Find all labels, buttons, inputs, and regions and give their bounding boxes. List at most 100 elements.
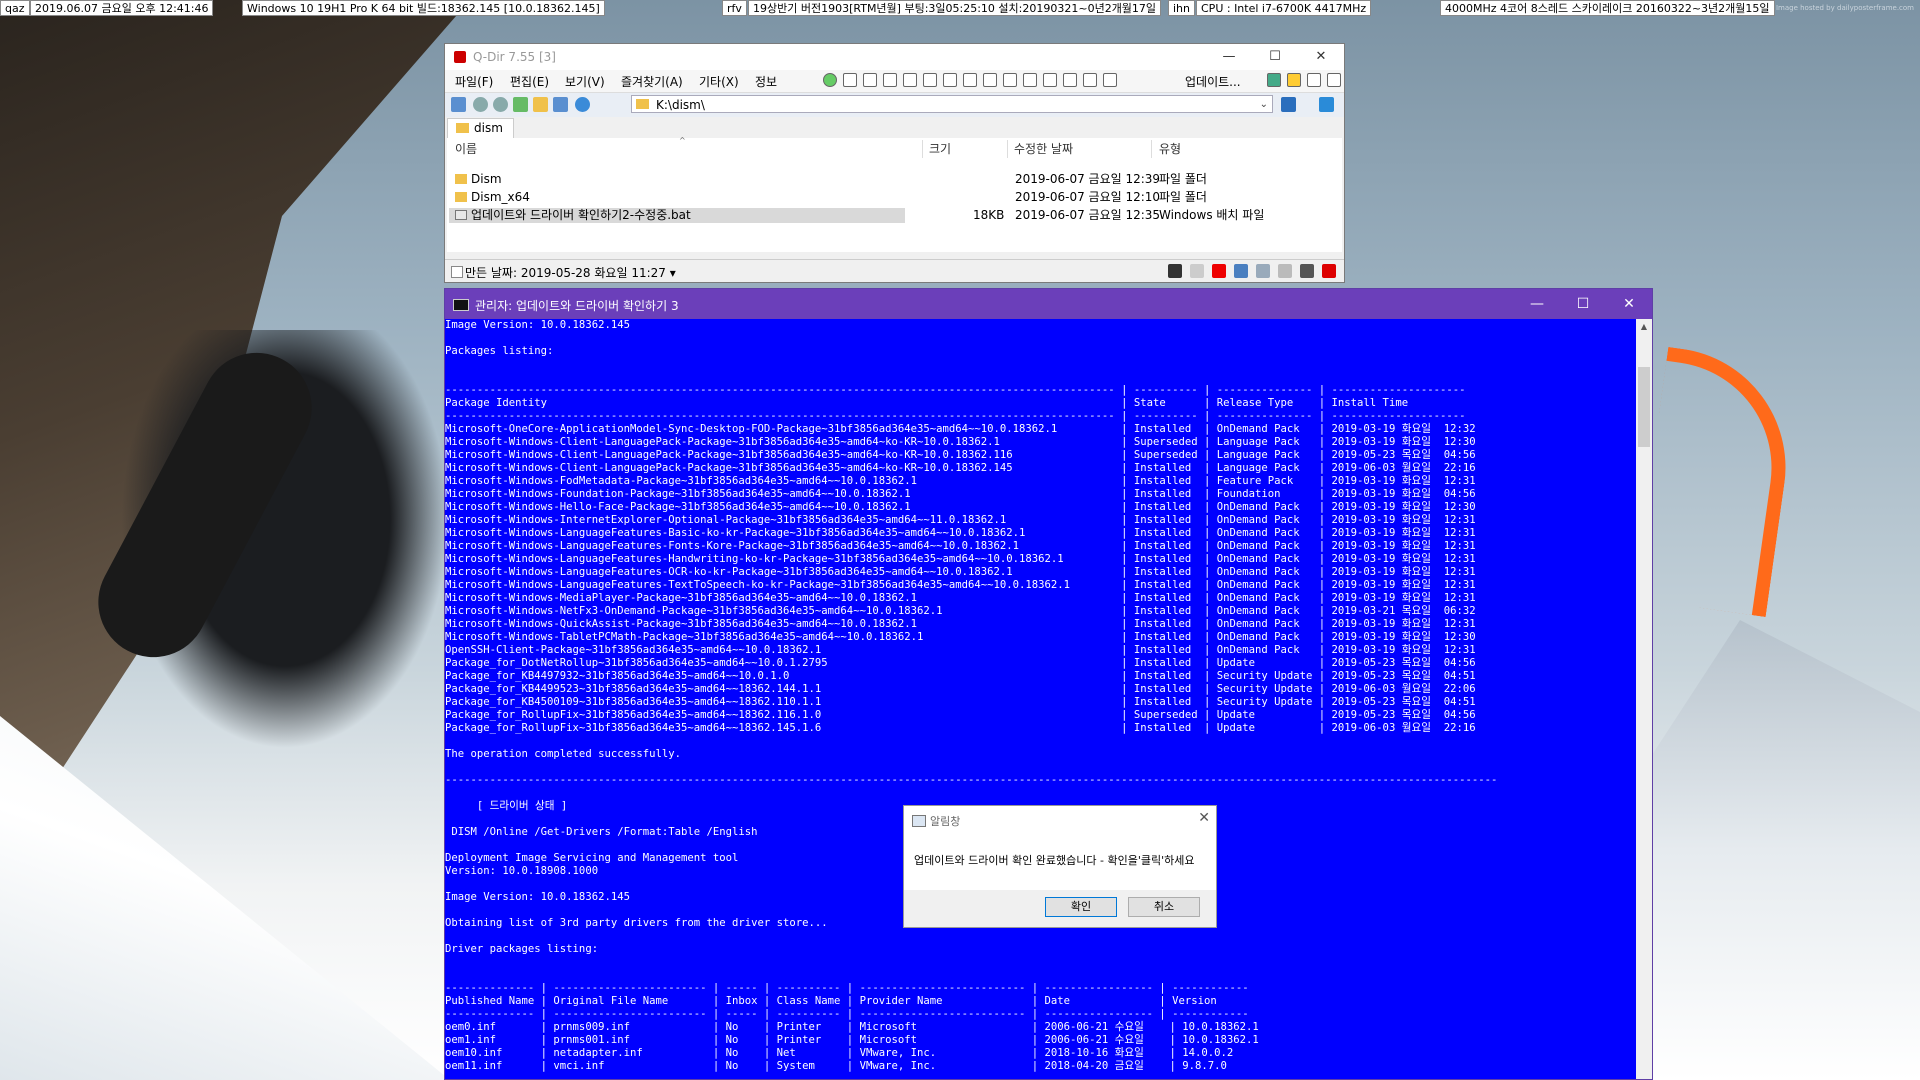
back-icon[interactable]: [473, 97, 488, 112]
refresh-icon[interactable]: [575, 97, 590, 112]
cmd-window: 관리자: 업데이트와 드라이버 확인하기 3 — ☐ ✕ Image Versi…: [444, 288, 1653, 1080]
file-name: 업데이트와 드라이버 확인하기2-수정중.bat: [471, 208, 691, 222]
driver-table-header: Published Name | Original File Name | In…: [445, 995, 1217, 1007]
column-separator[interactable]: [1151, 140, 1152, 158]
layout-6-icon[interactable]: [943, 73, 957, 87]
menu-view[interactable]: 보기(V): [565, 73, 605, 90]
file-row[interactable]: Dism 2019-06-07 금요일 12:39 파일 폴더: [447, 172, 1347, 187]
package-row: Microsoft-Windows-LanguageFeatures-Fonts…: [445, 540, 1476, 552]
up-icon[interactable]: [513, 97, 528, 112]
update-button[interactable]: 업데이트...: [1185, 73, 1241, 90]
pin-icon[interactable]: [1287, 73, 1301, 87]
package-table-header: Package Identity | State | Release Type …: [445, 397, 1409, 409]
file-modified: 2019-06-07 금요일 12:35: [1015, 208, 1161, 222]
menu-file[interactable]: 파일(F): [455, 73, 493, 90]
forward-icon[interactable]: [493, 97, 508, 112]
extra-toolbar: [1267, 73, 1341, 87]
layout-10-icon[interactable]: [1023, 73, 1037, 87]
globe-icon[interactable]: [823, 73, 837, 87]
layout-4-icon[interactable]: [903, 73, 917, 87]
layout-2-icon[interactable]: [863, 73, 877, 87]
layout-toolbar: [823, 73, 1117, 87]
file-row-selected[interactable]: 업데이트와 드라이버 확인하기2-수정중.bat 18KB 2019-06-07…: [447, 208, 1347, 223]
qdir-logo-icon[interactable]: [1322, 264, 1336, 278]
console-blank-line: [445, 761, 1636, 774]
menu-extras[interactable]: 기타(X): [699, 73, 739, 90]
layout-7-icon[interactable]: [963, 73, 977, 87]
layout-14-icon[interactable]: [1103, 73, 1117, 87]
monitor-icon[interactable]: [1281, 97, 1296, 112]
info-boot-install: 19상반기 버전1903[RTM년월] 부팅:3일05:25:10 설치:201…: [748, 0, 1162, 16]
ok-button[interactable]: 확인: [1045, 897, 1117, 917]
layout-8-icon[interactable]: [983, 73, 997, 87]
scroll-thumb[interactable]: [1638, 367, 1650, 447]
tools-icon[interactable]: [1307, 73, 1321, 87]
qdir-titlebar[interactable]: Q-Dir 7.55 [3] — ☐ ✕: [445, 44, 1344, 70]
column-size[interactable]: 크기: [929, 140, 951, 158]
layout-5-icon[interactable]: [923, 73, 937, 87]
folder-icon[interactable]: [533, 97, 548, 112]
alert-dialog: 알림창 ✕ 업데이트와 드라이버 확인 완료했습니다 - 확인을'클릭'하세요 …: [903, 805, 1217, 928]
address-bar[interactable]: K:\dism\ ⌄: [631, 95, 1273, 113]
qdir-menubar: 파일(F) 편집(E) 보기(V) 즐겨찾기(A) 기타(X) 정보 업데이트.…: [445, 70, 1344, 92]
maximize-button[interactable]: ☐: [1252, 44, 1298, 70]
tab-dism[interactable]: dism: [447, 118, 514, 138]
column-type[interactable]: 유형: [1159, 140, 1181, 158]
file-type: Windows 배치 파일: [1159, 208, 1265, 222]
info-datetime: 2019.06.07 금요일 오후 12:41:46: [30, 0, 214, 16]
layout-9-icon[interactable]: [1003, 73, 1017, 87]
delete-icon[interactable]: [1212, 264, 1226, 278]
cut-icon[interactable]: [1234, 264, 1248, 278]
window-icon[interactable]: [1327, 73, 1341, 87]
cancel-button[interactable]: 취소: [1128, 897, 1200, 917]
copy-icon[interactable]: [1256, 264, 1270, 278]
column-separator[interactable]: [922, 140, 923, 158]
file-row[interactable]: Dism_x64 2019-06-07 금요일 12:10 파일 폴더: [447, 190, 1347, 205]
batch-file-icon: [455, 210, 467, 220]
rename-icon[interactable]: [1190, 264, 1204, 278]
screen-icon[interactable]: [1319, 97, 1334, 112]
layout-3-icon[interactable]: [883, 73, 897, 87]
layout-13-icon[interactable]: [1083, 73, 1097, 87]
qdir-title: Q-Dir 7.55 [3]: [473, 50, 556, 64]
view-mode-icon[interactable]: [553, 97, 568, 112]
menu-info[interactable]: 정보: [755, 73, 777, 90]
close-button[interactable]: ✕: [1606, 289, 1652, 319]
panel-toggle-icon[interactable]: [451, 97, 466, 112]
chevron-down-icon[interactable]: ⌄: [1260, 96, 1268, 114]
layout-11-icon[interactable]: [1043, 73, 1057, 87]
layout-12-icon[interactable]: [1063, 73, 1077, 87]
minimize-button[interactable]: —: [1514, 289, 1560, 319]
console-output[interactable]: Image Version: 10.0.18362.145 Packages l…: [445, 319, 1636, 1079]
file-name: Dism: [471, 172, 502, 186]
driver-row: oem11.inf | vmci.inf | No | System | VMw…: [445, 1060, 1227, 1072]
column-name[interactable]: 이름: [455, 140, 477, 158]
network-icon[interactable]: [1267, 73, 1281, 87]
close-icon[interactable]: ✕: [1198, 810, 1210, 826]
package-row: Package_for_KB4499523~31bf3856ad364e35~a…: [445, 683, 1476, 695]
lightning-icon[interactable]: [1168, 264, 1182, 278]
dialog-titlebar[interactable]: 알림창 ✕: [904, 806, 1216, 834]
package-row: Microsoft-Windows-QuickAssist-Package~31…: [445, 618, 1476, 630]
qdir-navbar: K:\dism\ ⌄: [445, 92, 1344, 117]
layout-1-icon[interactable]: [843, 73, 857, 87]
paste-icon[interactable]: [1278, 264, 1292, 278]
column-separator[interactable]: [1007, 140, 1008, 158]
package-row: Package_for_RollupFix~31bf3856ad364e35~a…: [445, 709, 1476, 721]
minimize-button[interactable]: —: [1206, 44, 1252, 70]
menu-edit[interactable]: 편집(E): [510, 73, 549, 90]
vertical-scrollbar[interactable]: ▲: [1636, 319, 1652, 1079]
status-created-date[interactable]: 만든 날짜: 2019-05-28 화요일 11:27 ▾: [465, 264, 676, 281]
menu-favorites[interactable]: 즐겨찾기(A): [621, 73, 683, 90]
status-checkbox[interactable]: [451, 266, 463, 278]
scroll-up-arrow-icon[interactable]: ▲: [1636, 319, 1652, 335]
console-blank-line: [445, 371, 1636, 384]
close-button[interactable]: ✕: [1298, 44, 1344, 70]
package-row: Microsoft-Windows-LanguageFeatures-Basic…: [445, 527, 1476, 539]
edit-icon[interactable]: [1300, 264, 1314, 278]
folder-icon: [455, 174, 467, 184]
cmd-titlebar[interactable]: 관리자: 업데이트와 드라이버 확인하기 3 — ☐ ✕: [445, 289, 1652, 319]
column-modified[interactable]: 수정한 날짜: [1014, 140, 1073, 158]
maximize-button[interactable]: ☐: [1560, 289, 1606, 319]
info-tag-rfv: rfv: [722, 0, 747, 16]
